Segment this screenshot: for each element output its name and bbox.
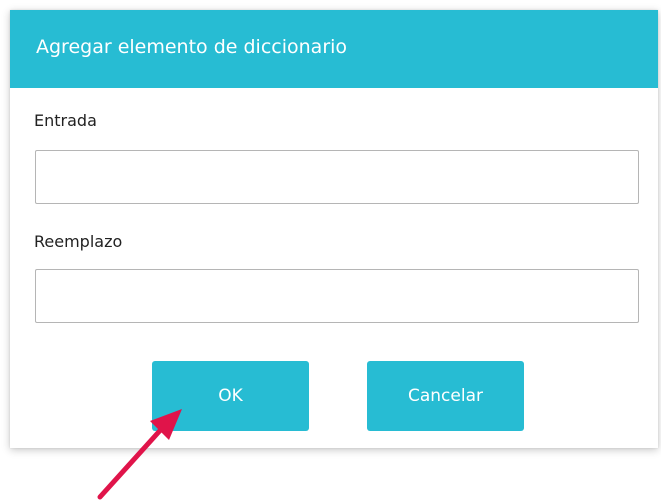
dialog-header: Agregar elemento de diccionario: [10, 10, 658, 88]
entrada-input[interactable]: [35, 150, 639, 204]
reemplazo-label: Reemplazo: [34, 232, 123, 251]
dialog-title: Agregar elemento de diccionario: [36, 36, 348, 58]
cancel-button[interactable]: Cancelar: [367, 361, 524, 431]
ok-button[interactable]: OK: [152, 361, 309, 431]
add-dictionary-item-dialog: Agregar elemento de diccionario Entrada …: [10, 10, 658, 448]
screenshot-stage: Agregar elemento de diccionario Entrada …: [0, 0, 661, 502]
entrada-label: Entrada: [34, 111, 97, 130]
reemplazo-input[interactable]: [35, 269, 639, 323]
